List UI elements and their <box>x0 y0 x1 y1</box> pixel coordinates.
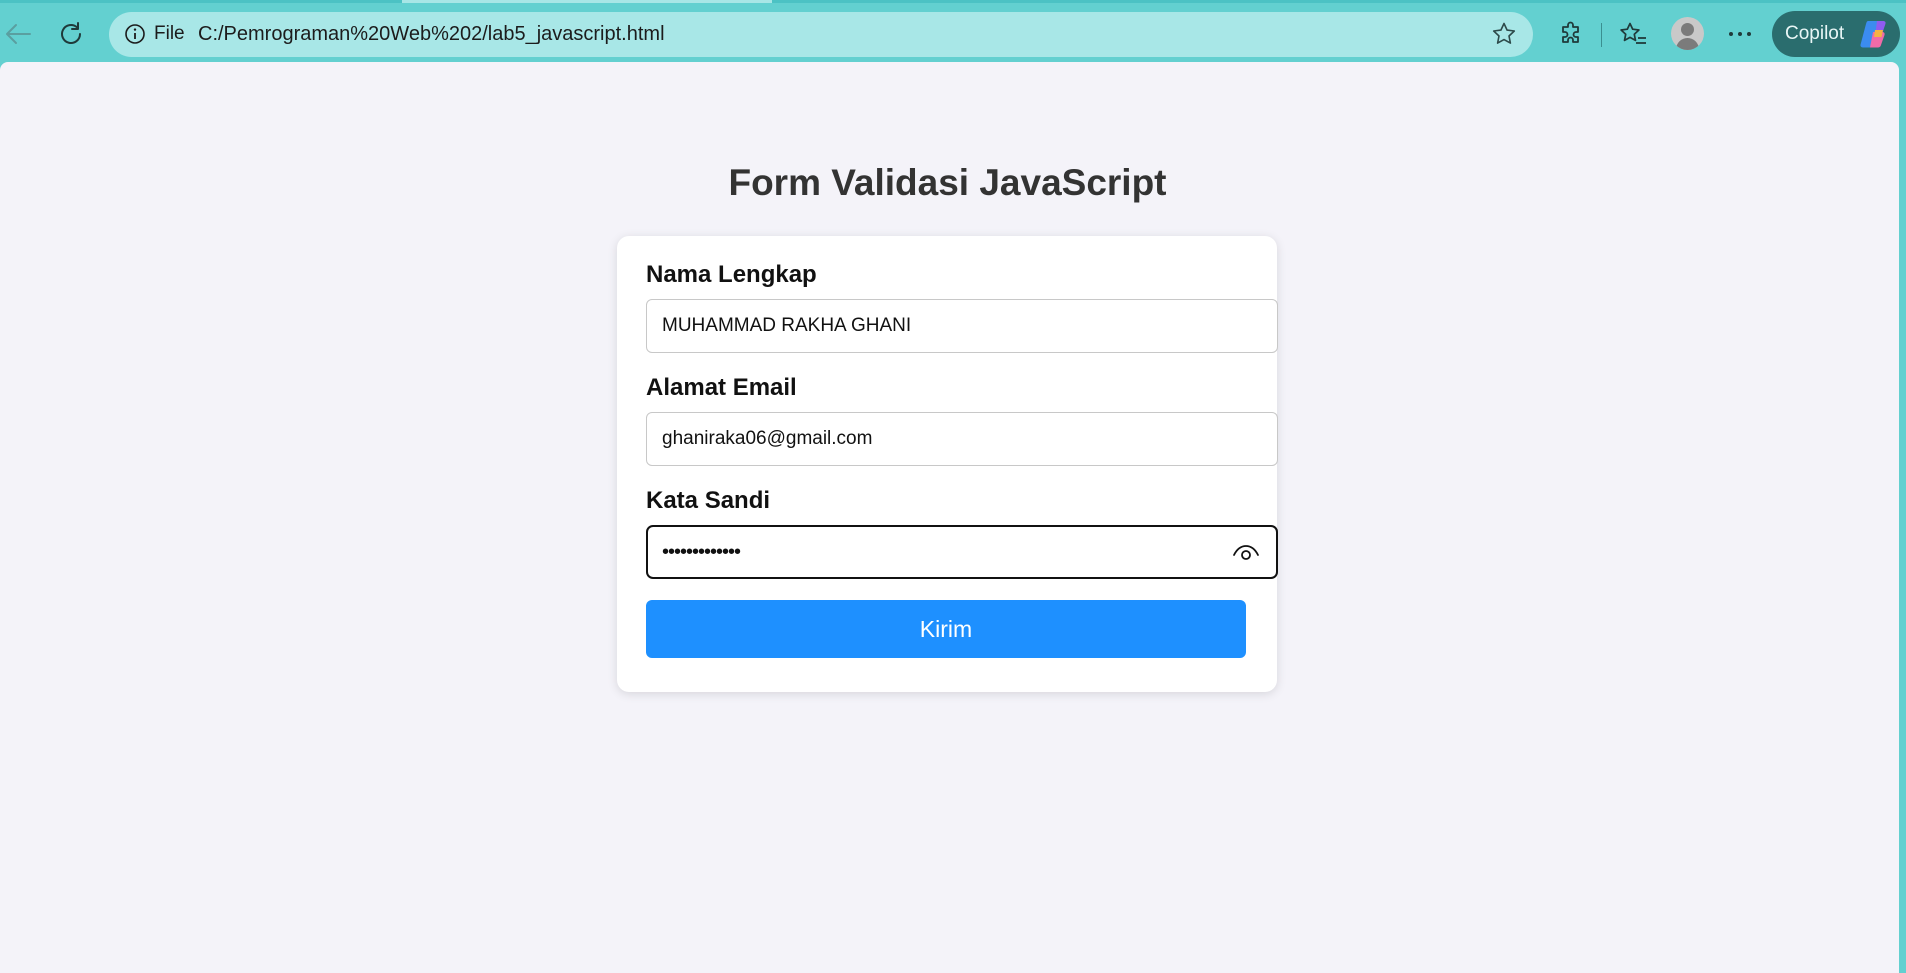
back-icon <box>6 24 31 44</box>
reveal-password-icon[interactable] <box>1232 541 1260 565</box>
toolbar-divider <box>1601 23 1602 47</box>
address-bar[interactable]: File C:/Pemrograman%20Web%202/lab5_javas… <box>109 12 1533 57</box>
name-input[interactable]: MUHAMMAD RAKHA GHANI <box>646 299 1278 353</box>
favorite-star-icon <box>1492 22 1516 44</box>
url-text[interactable]: C:/Pemrograman%20Web%202/lab5_javascript… <box>198 23 665 46</box>
favorites-icon <box>1620 22 1646 44</box>
extensions-icon <box>1562 21 1579 43</box>
email-label: Alamat Email <box>646 374 797 401</box>
form-card: Nama Lengkap MUHAMMAD RAKHA GHANI Alamat… <box>617 236 1278 692</box>
more-icon <box>1729 32 1751 36</box>
back-button[interactable] <box>0 14 38 54</box>
avatar-body <box>1676 38 1699 50</box>
info-icon <box>125 24 145 44</box>
extensions-button[interactable] <box>1551 14 1591 54</box>
profile-avatar[interactable] <box>1671 17 1704 50</box>
page-title: Form Validasi JavaScript <box>728 162 1167 203</box>
name-label: Nama Lengkap <box>646 261 817 288</box>
email-input[interactable]: ghaniraka06@gmail.com <box>646 412 1278 466</box>
submit-button[interactable]: Kirim <box>646 600 1246 658</box>
copilot-button[interactable]: Copilot <box>1772 11 1900 57</box>
site-info-button[interactable]: File <box>118 16 191 52</box>
page-viewport: Form Validasi JavaScript Nama Lengkap MU… <box>0 62 1899 973</box>
browser-toolbar: File C:/Pemrograman%20Web%202/lab5_javas… <box>0 3 1906 62</box>
password-input-value: ••••••••••••• <box>662 541 741 563</box>
favorites-button[interactable] <box>1613 14 1653 54</box>
avatar-head <box>1681 23 1694 36</box>
password-label: Kata Sandi <box>646 487 771 514</box>
more-button[interactable] <box>1720 14 1760 54</box>
copilot-icon <box>1860 21 1886 48</box>
refresh-button[interactable] <box>51 14 91 54</box>
password-input[interactable]: ••••••••••••• <box>646 525 1278 579</box>
name-input-value: MUHAMMAD RAKHA GHANI <box>662 315 912 336</box>
refresh-icon <box>61 22 81 44</box>
add-favorite-button[interactable] <box>1485 15 1523 53</box>
copilot-label: Copilot <box>1785 23 1845 44</box>
email-input-value: ghaniraka06@gmail.com <box>662 428 873 449</box>
site-info-label: File <box>154 23 185 44</box>
